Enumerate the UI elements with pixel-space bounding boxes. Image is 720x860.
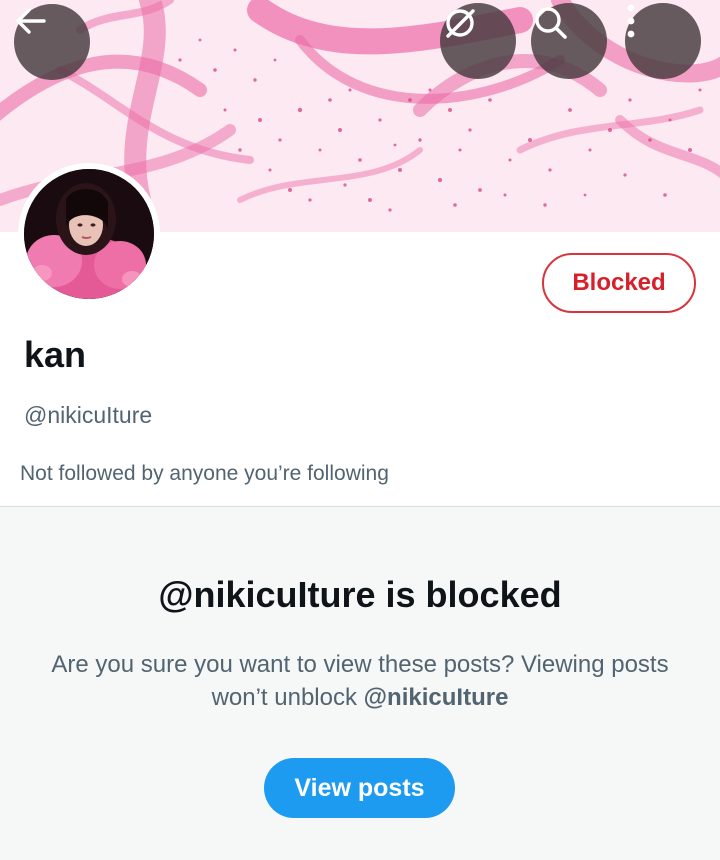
search-icon: [535, 7, 567, 39]
blocked-notice-message: Are you sure you want to view these post…: [40, 648, 680, 714]
profile-handle: @nikicuIture: [24, 402, 153, 428]
avatar-image: [24, 169, 154, 299]
avatar[interactable]: [18, 163, 160, 305]
blocked-notice-message-text: Are you sure you want to view these post…: [51, 651, 669, 711]
view-posts-button[interactable]: View posts: [264, 758, 455, 818]
followed-by-text: Not followed by anyone you’re following: [20, 462, 389, 485]
back-button[interactable]: [14, 4, 90, 80]
grok-button[interactable]: [440, 3, 516, 79]
grok-icon: [446, 9, 475, 38]
blocked-notice-title: @nikicuIture is blocked: [158, 574, 562, 615]
more-vertical-icon: [627, 4, 635, 38]
avatar-artwork: [24, 169, 154, 299]
arrow-left-icon: [16, 8, 46, 34]
blocked-notice-message-handle: @nikicuIture: [363, 684, 509, 711]
profile-page: Blocked kan @nikicuIture Not followed by…: [0, 0, 720, 860]
blocked-button[interactable]: Blocked: [542, 253, 696, 313]
search-button[interactable]: [531, 3, 607, 79]
more-options-button[interactable]: [625, 3, 701, 79]
display-name: kan: [24, 334, 87, 375]
